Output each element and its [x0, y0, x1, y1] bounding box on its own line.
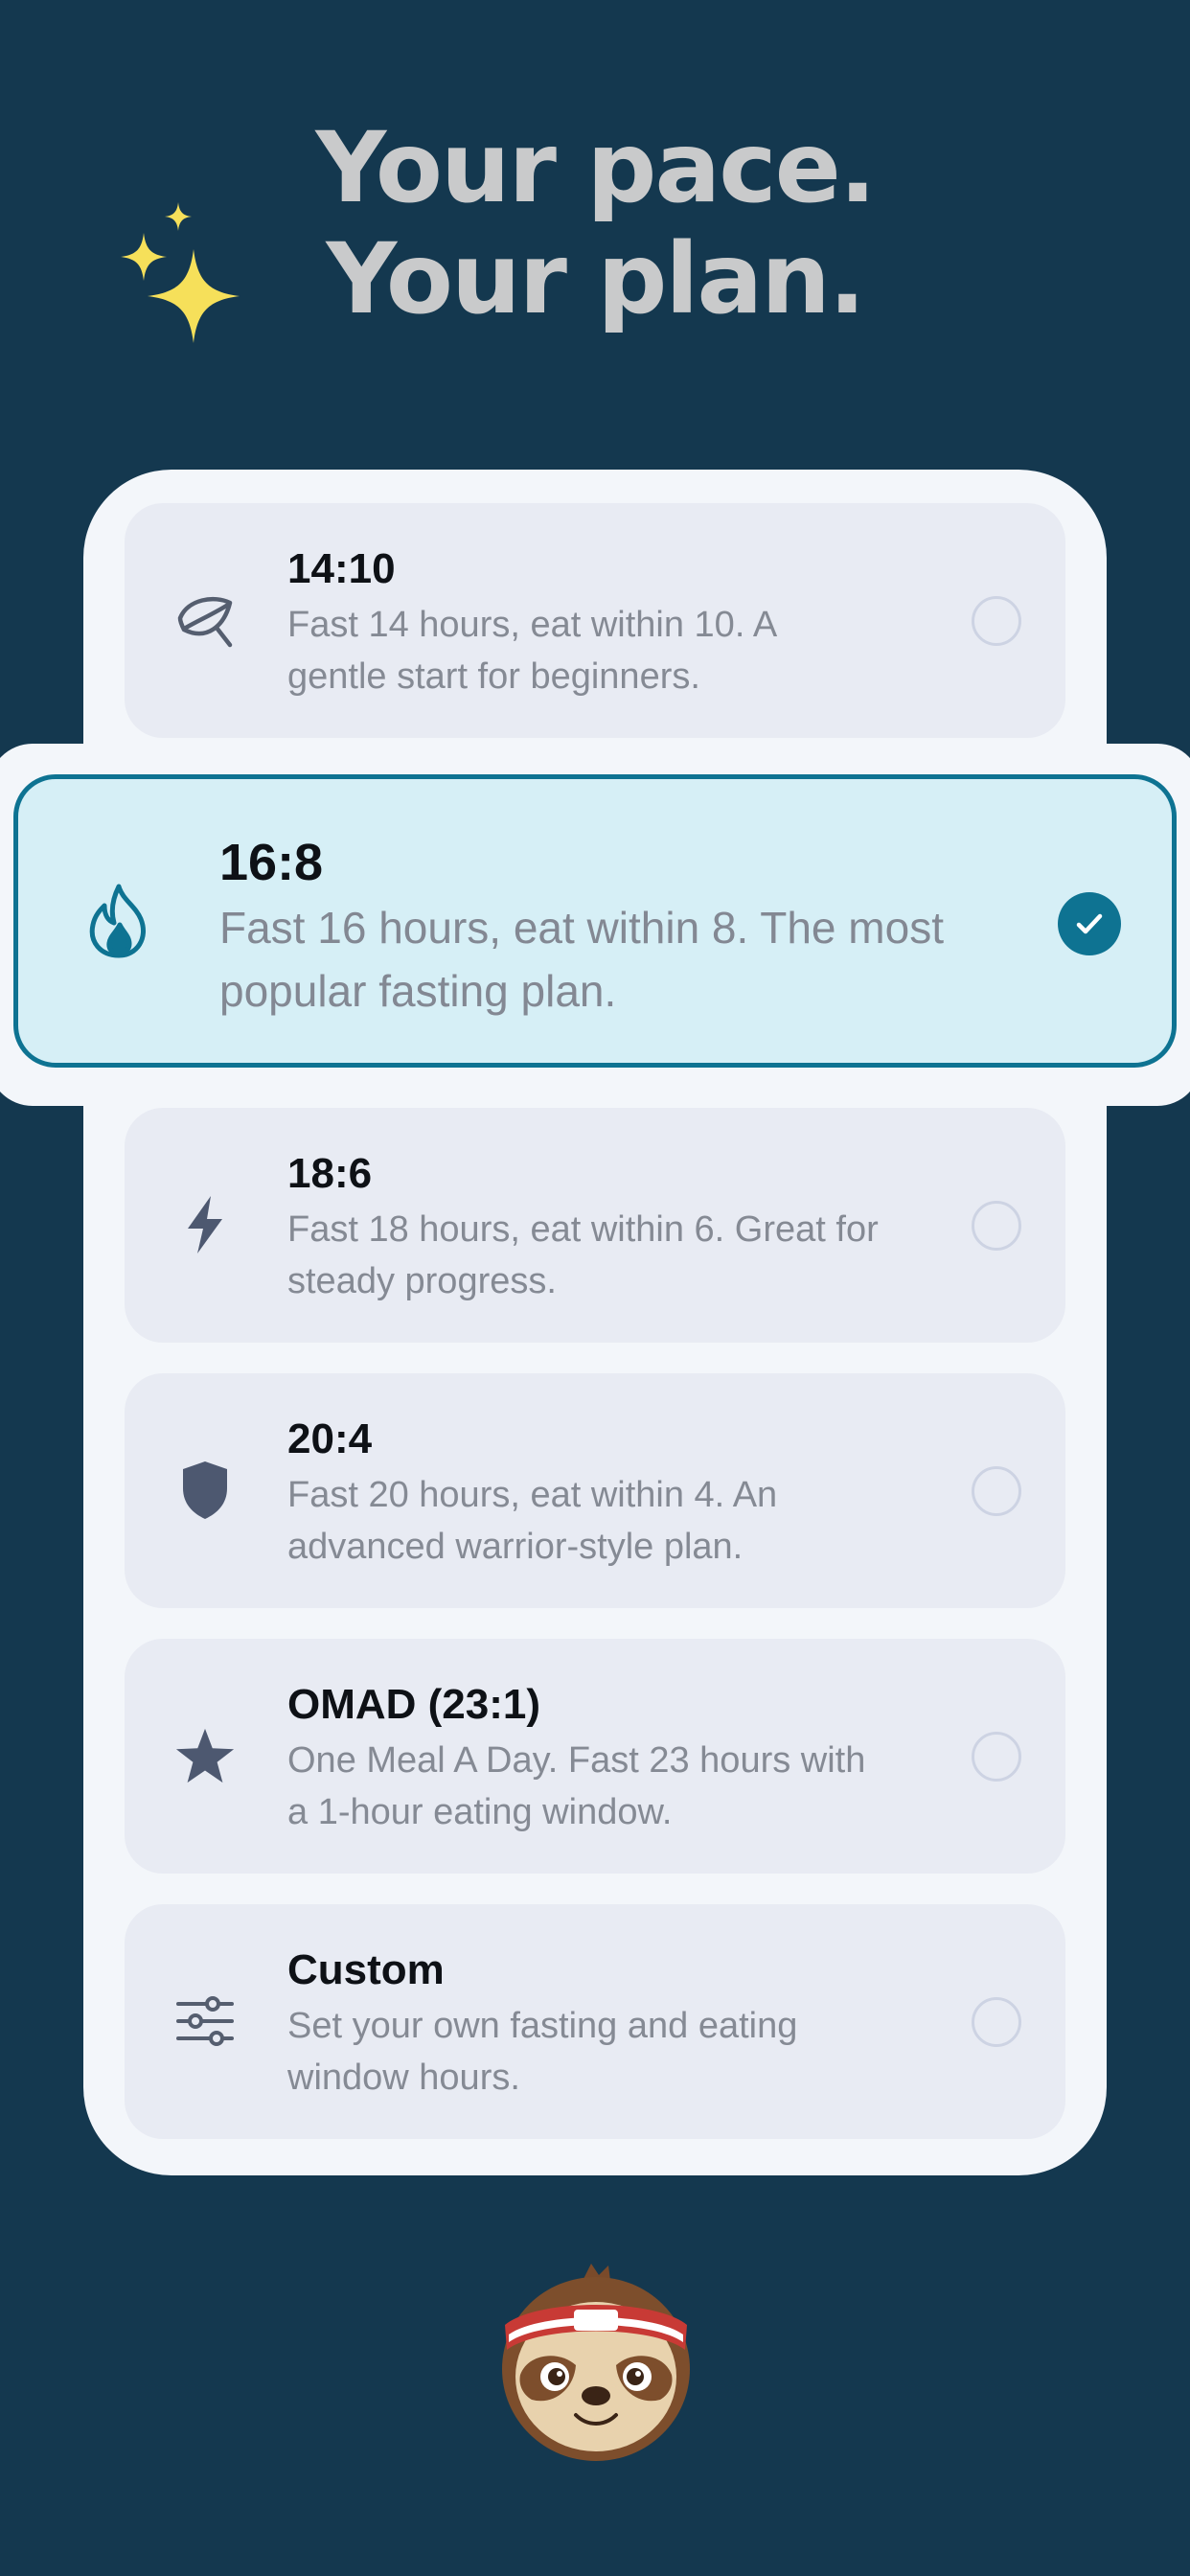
plan-description: Fast 18 hours, eat within 6. Great for s…	[287, 1209, 879, 1301]
radio-button[interactable]	[972, 1201, 1021, 1251]
flame-icon	[89, 884, 146, 958]
plan-title: Custom	[287, 1946, 445, 1993]
plan-description: Fast 20 hours, eat within 4. An advanced…	[287, 1475, 778, 1567]
radio-button[interactable]	[972, 596, 1021, 646]
plan-option-16-8[interactable]: 16:8 Fast 16 hours, eat within 8. The mo…	[13, 774, 1177, 1068]
plan-option-custom[interactable]: Custom Set your own fasting and eating w…	[125, 1904, 1065, 2139]
radio-button[interactable]	[972, 1997, 1021, 2047]
plan-description: Set your own fasting and eating window h…	[287, 2006, 798, 2098]
plan-option-omad[interactable]: OMAD (23:1) One Meal A Day. Fast 23 hour…	[125, 1639, 1065, 1874]
plan-option-20-4[interactable]: 20:4 Fast 20 hours, eat within 4. An adv…	[125, 1373, 1065, 1608]
sparkles-icon	[121, 202, 240, 343]
star-icon	[174, 1725, 236, 1786]
radio-button[interactable]	[972, 1466, 1021, 1516]
plan-description: Fast 14 hours, eat within 10. A gentle s…	[287, 605, 776, 697]
plan-option-14-10[interactable]: 14:10 Fast 14 hours, eat within 10. A ge…	[125, 503, 1065, 738]
shield-icon	[174, 1460, 236, 1521]
sliders-icon	[174, 1990, 236, 2052]
plan-title: 18:6	[287, 1150, 373, 1197]
checkmark-icon[interactable]	[1058, 892, 1121, 955]
plan-description: One Meal A Day. Fast 23 hours with a 1-h…	[287, 1740, 866, 1832]
plan-title: OMAD (23:1)	[287, 1681, 541, 1728]
radio-button[interactable]	[972, 1732, 1021, 1782]
sloth-mascot-icon	[502, 2264, 690, 2461]
plan-option-18-6[interactable]: 18:6 Fast 18 hours, eat within 6. Great …	[125, 1108, 1065, 1343]
plan-title: 16:8	[219, 834, 324, 891]
leaf-icon	[174, 589, 236, 651]
plan-description: Fast 16 hours, eat within 8. The most po…	[219, 903, 944, 1016]
plan-title: 14:10	[287, 545, 396, 592]
plan-title: 20:4	[287, 1415, 373, 1462]
lightning-icon	[174, 1194, 236, 1255]
